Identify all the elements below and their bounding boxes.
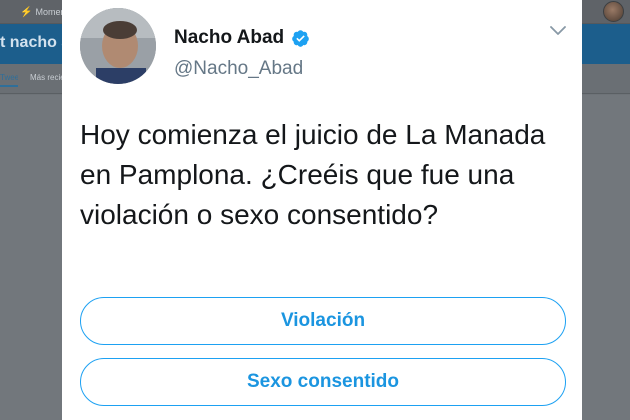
chevron-down-icon[interactable]: [550, 26, 566, 36]
author-avatar[interactable]: [80, 8, 156, 84]
background-moments-nav: ⚡ Moment: [20, 4, 68, 20]
poll-option-violacion[interactable]: Violación: [80, 297, 566, 345]
author-handle[interactable]: @Nacho_Abad: [174, 58, 303, 80]
tweet-text: Hoy comienza el juicio de La Manada en P…: [80, 119, 546, 230]
bolt-icon: ⚡: [20, 6, 33, 18]
background-tab-tweets: Tweets: [0, 73, 18, 87]
account-avatar: [603, 1, 624, 22]
tweet-card: Nacho Abad @Nacho_Abad Hoy comienza el j…: [62, 0, 582, 420]
background-tab-recent: Más reciente: [30, 73, 62, 82]
poll-option-sexo-consentido[interactable]: Sexo consentido: [80, 358, 566, 406]
verified-badge-icon: [292, 29, 309, 47]
author-photo: [80, 8, 156, 84]
background-banner-title: t nacho a: [0, 34, 62, 51]
author-name-row: Nacho Abad: [174, 27, 310, 49]
author-name[interactable]: Nacho Abad: [174, 27, 284, 49]
